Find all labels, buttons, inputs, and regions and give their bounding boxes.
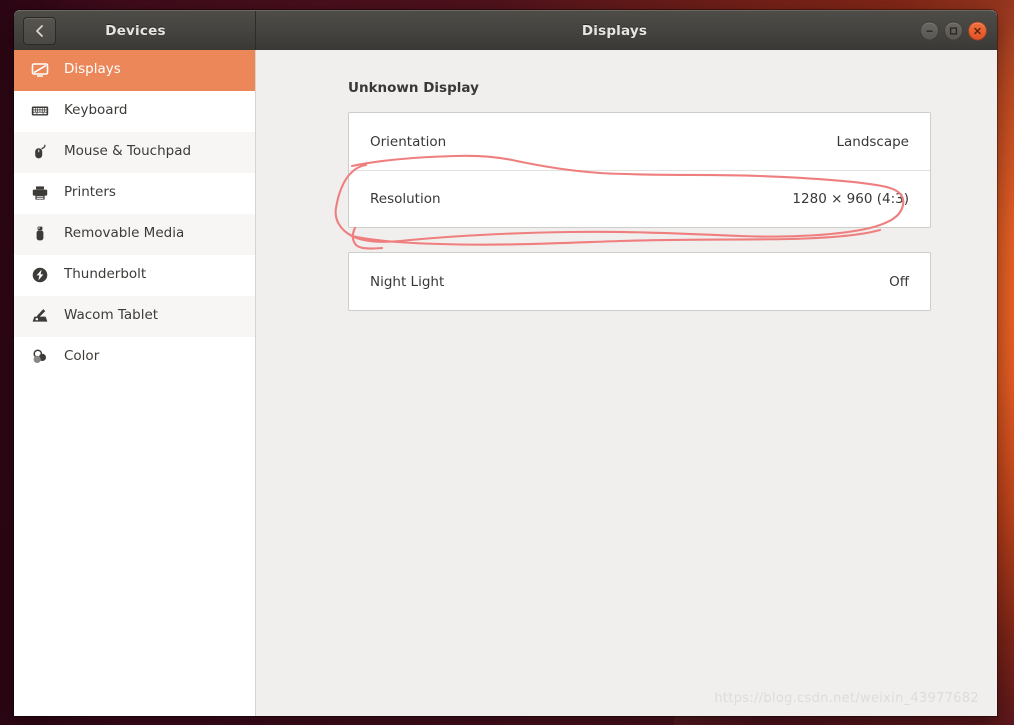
sidebar-item-label: Thunderbolt bbox=[64, 266, 147, 283]
display-settings-panel: Orientation Landscape Resolution 1280 × … bbox=[348, 112, 931, 228]
sidebar-item-mouse-touchpad[interactable]: Mouse & Touchpad bbox=[14, 132, 255, 173]
sidebar-item-label: Displays bbox=[64, 61, 121, 78]
keyboard-icon bbox=[30, 101, 50, 121]
page-title: Unknown Display bbox=[348, 80, 479, 96]
devices-panel-title: Devices bbox=[105, 22, 166, 39]
resolution-label: Resolution bbox=[370, 191, 441, 207]
resolution-row[interactable]: Resolution 1280 × 960 (4:3) bbox=[349, 170, 930, 227]
close-button[interactable] bbox=[968, 21, 987, 40]
resolution-value: 1280 × 960 (4:3) bbox=[792, 191, 909, 207]
titlebar-main-section: Displays bbox=[256, 11, 997, 50]
window-body: Displays Keyboard Mouse & Touchpad Print… bbox=[14, 50, 997, 716]
sidebar-item-color[interactable]: Color bbox=[14, 337, 255, 378]
sidebar-item-label: Removable Media bbox=[64, 225, 185, 242]
watermark-text: https://blog.csdn.net/weixin_43977682 bbox=[714, 691, 979, 706]
sidebar-item-label: Keyboard bbox=[64, 102, 128, 119]
titlebar-sidebar-section: Devices bbox=[14, 11, 256, 50]
thunderbolt-icon bbox=[30, 265, 50, 285]
orientation-label: Orientation bbox=[370, 133, 447, 150]
chevron-left-icon bbox=[34, 24, 45, 38]
maximize-icon bbox=[948, 25, 959, 36]
sidebar-item-label: Printers bbox=[64, 184, 116, 201]
usb-drive-icon bbox=[30, 224, 50, 244]
sidebar-item-label: Mouse & Touchpad bbox=[64, 143, 192, 160]
back-button[interactable] bbox=[23, 16, 56, 45]
mouse-icon bbox=[30, 142, 50, 162]
displays-content-area: Unknown Display Orientation Landscape Re… bbox=[256, 50, 997, 716]
devices-sidebar: Displays Keyboard Mouse & Touchpad Print… bbox=[14, 50, 256, 716]
sidebar-item-label: Wacom Tablet bbox=[64, 307, 159, 324]
orientation-value: Landscape bbox=[836, 133, 909, 150]
night-light-row[interactable]: Night Light Off bbox=[349, 253, 930, 310]
color-circles-icon bbox=[30, 347, 50, 367]
printer-icon bbox=[30, 183, 50, 203]
maximize-button[interactable] bbox=[944, 21, 963, 40]
display-icon bbox=[30, 60, 50, 80]
window-titlebar: Devices Displays bbox=[14, 10, 997, 50]
night-light-label: Night Light bbox=[370, 273, 445, 290]
night-light-value: Off bbox=[889, 273, 909, 290]
orientation-row[interactable]: Orientation Landscape bbox=[349, 113, 930, 170]
minimize-icon bbox=[924, 25, 935, 36]
window-title: Displays bbox=[581, 22, 648, 39]
sidebar-item-printers[interactable]: Printers bbox=[14, 173, 255, 214]
settings-window: Devices Displays Displays Keyboard Mouse… bbox=[14, 10, 997, 716]
sidebar-item-keyboard[interactable]: Keyboard bbox=[14, 91, 255, 132]
sidebar-item-thunderbolt[interactable]: Thunderbolt bbox=[14, 255, 255, 296]
close-icon bbox=[972, 25, 983, 36]
sidebar-item-displays[interactable]: Displays bbox=[14, 50, 255, 91]
minimize-button[interactable] bbox=[920, 21, 939, 40]
night-light-panel: Night Light Off bbox=[348, 252, 931, 311]
wacom-tablet-icon bbox=[30, 306, 50, 326]
sidebar-item-label: Color bbox=[64, 348, 100, 365]
sidebar-item-removable-media[interactable]: Removable Media bbox=[14, 214, 255, 255]
window-controls bbox=[920, 21, 987, 40]
sidebar-item-wacom-tablet[interactable]: Wacom Tablet bbox=[14, 296, 255, 337]
